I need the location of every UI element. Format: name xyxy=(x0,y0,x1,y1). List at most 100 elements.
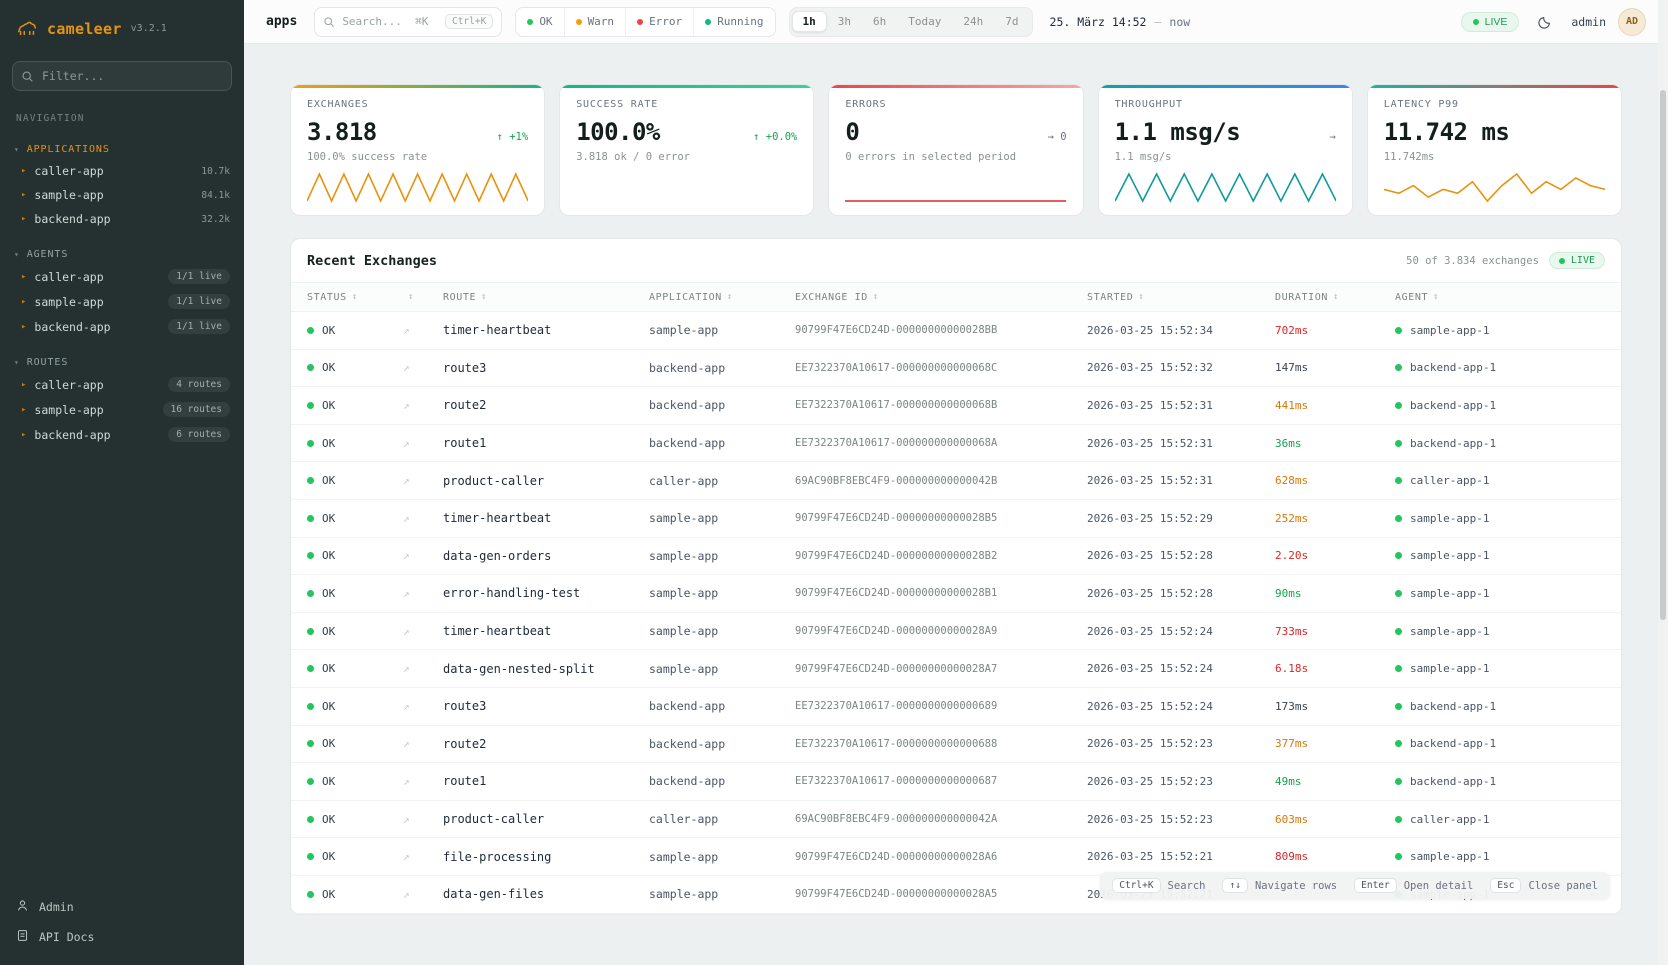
sidebar-item-agent[interactable]: ▸ caller-app 1/1 live xyxy=(0,264,244,289)
avatar[interactable]: AD xyxy=(1618,8,1646,36)
panel-title: Recent Exchanges xyxy=(307,253,437,269)
time-range-button[interactable]: 7d xyxy=(994,11,1029,32)
sidebar-item-route[interactable]: ▸ sample-app 16 routes xyxy=(0,397,244,422)
keyboard-hints-bar: Ctrl+K Search ↑↓ Navigate rows Enter Ope… xyxy=(1100,872,1610,899)
open-detail-icon[interactable]: ↗ xyxy=(403,587,443,600)
table-row[interactable]: OK ↗ product-caller caller-app 69AC90BF8… xyxy=(291,462,1621,500)
open-detail-icon[interactable]: ↗ xyxy=(403,888,443,901)
status-cell: OK xyxy=(307,587,403,600)
scrollbar-track[interactable] xyxy=(1658,0,1668,965)
hint-label: Close panel xyxy=(1528,880,1598,892)
column-header[interactable]: EXCHANGE ID ↕ xyxy=(795,292,1087,303)
column-header[interactable]: ↕ xyxy=(403,292,443,302)
table-row[interactable]: OK ↗ error-handling-test sample-app 9079… xyxy=(291,575,1621,613)
table-row[interactable]: OK ↗ route3 backend-app EE7322370A10617-… xyxy=(291,688,1621,726)
scrollbar-thumb[interactable] xyxy=(1660,90,1666,620)
search-input[interactable] xyxy=(342,15,438,28)
column-header[interactable]: ROUTE ↕ xyxy=(443,292,649,303)
table-row[interactable]: OK ↗ timer-heartbeat sample-app 90799F47… xyxy=(291,500,1621,538)
section-header-applications[interactable]: ▾ APPLICATIONS xyxy=(0,140,244,159)
sidebar-item-route[interactable]: ▸ caller-app 4 routes xyxy=(0,372,244,397)
open-detail-icon[interactable]: ↗ xyxy=(403,775,443,788)
status-label: OK xyxy=(322,549,335,562)
open-detail-icon[interactable]: ↗ xyxy=(403,737,443,750)
sidebar-item-admin[interactable]: Admin xyxy=(16,899,228,915)
status-label: OK xyxy=(322,587,335,600)
status-filter-chip[interactable]: Running xyxy=(694,8,774,36)
route-cell: product-caller xyxy=(443,474,649,488)
open-detail-icon[interactable]: ↗ xyxy=(403,549,443,562)
sidebar-item-route[interactable]: ▸ backend-app 6 routes xyxy=(0,422,244,447)
agent-dot-icon xyxy=(1395,703,1402,710)
column-header[interactable]: APPLICATION ↕ xyxy=(649,292,795,303)
section-header-routes[interactable]: ▾ ROUTES xyxy=(0,353,244,372)
app-logo: cameleer v3.2.1 xyxy=(0,0,244,49)
open-detail-icon[interactable]: ↗ xyxy=(403,813,443,826)
agent-label: sample-app-1 xyxy=(1410,512,1489,525)
started-cell: 2026-03-25 15:52:31 xyxy=(1087,474,1275,487)
sidebar-item-api-docs[interactable]: API Docs xyxy=(16,929,228,945)
time-range-button[interactable]: 6h xyxy=(862,11,897,32)
table-row[interactable]: OK ↗ route2 backend-app EE7322370A10617-… xyxy=(291,387,1621,425)
route-cell: timer-heartbeat xyxy=(443,323,649,337)
table-row[interactable]: OK ↗ route2 backend-app EE7322370A10617-… xyxy=(291,726,1621,764)
column-header[interactable]: AGENT ↕ xyxy=(1395,292,1605,303)
sidebar-item-label: backend-app xyxy=(34,212,193,226)
column-header[interactable]: DURATION ↕ xyxy=(1275,292,1395,303)
column-header[interactable]: STATUS ↕ xyxy=(307,292,403,303)
date-range[interactable]: 25. März 14:52 — now xyxy=(1050,15,1191,29)
sidebar-item-application[interactable]: ▸ backend-app 32.2k xyxy=(0,207,244,231)
live-toggle[interactable]: LIVE xyxy=(1461,12,1520,32)
sidebar-item-agent[interactable]: ▸ sample-app 1/1 live xyxy=(0,289,244,314)
sidebar-filter xyxy=(12,61,232,91)
time-range-button[interactable]: 1h xyxy=(792,11,827,32)
dark-mode-toggle[interactable] xyxy=(1531,8,1559,36)
sidebar-item-application[interactable]: ▸ sample-app 84.1k xyxy=(0,183,244,207)
table-row[interactable]: OK ↗ timer-heartbeat sample-app 90799F47… xyxy=(291,312,1621,350)
table-live-badge[interactable]: LIVE xyxy=(1549,252,1605,269)
open-detail-icon[interactable]: ↗ xyxy=(403,361,443,374)
live-dot-icon xyxy=(1559,258,1565,264)
agent-label: sample-app-1 xyxy=(1410,549,1489,562)
table-row[interactable]: OK ↗ data-gen-orders sample-app 90799F47… xyxy=(291,538,1621,576)
status-filter-chip[interactable]: Error xyxy=(626,8,694,36)
application-cell: backend-app xyxy=(649,361,795,375)
table-row[interactable]: OK ↗ route3 backend-app EE7322370A10617-… xyxy=(291,350,1621,388)
time-range-button[interactable]: 24h xyxy=(952,11,994,32)
sidebar-section-routes: ▾ ROUTES ▸ caller-app 4 routes ▸ sample-… xyxy=(0,353,244,447)
table-row[interactable]: OK ↗ route1 backend-app EE7322370A10617-… xyxy=(291,425,1621,463)
status-filter-chip[interactable]: OK xyxy=(516,8,564,36)
open-detail-icon[interactable]: ↗ xyxy=(403,324,443,337)
started-cell: 2026-03-25 15:52:23 xyxy=(1087,775,1275,788)
open-detail-icon[interactable]: ↗ xyxy=(403,662,443,675)
time-range-button[interactable]: 3h xyxy=(827,11,862,32)
open-detail-icon[interactable]: ↗ xyxy=(403,625,443,638)
open-detail-icon[interactable]: ↗ xyxy=(403,399,443,412)
section-header-agents[interactable]: ▾ AGENTS xyxy=(0,245,244,264)
sidebar-filter-input[interactable] xyxy=(12,61,232,91)
table-row[interactable]: OK ↗ route1 backend-app EE7322370A10617-… xyxy=(291,763,1621,801)
sidebar-item-label: caller-app xyxy=(34,270,160,284)
time-range-button[interactable]: Today xyxy=(897,11,952,32)
open-detail-icon[interactable]: ↗ xyxy=(403,474,443,487)
started-cell: 2026-03-25 15:52:23 xyxy=(1087,737,1275,750)
sidebar-item-badge: 32.2k xyxy=(201,214,230,225)
status-label: OK xyxy=(322,775,335,788)
open-detail-icon[interactable]: ↗ xyxy=(403,437,443,450)
table-row[interactable]: OK ↗ data-gen-nested-split sample-app 90… xyxy=(291,650,1621,688)
table-row[interactable]: OK ↗ timer-heartbeat sample-app 90799F47… xyxy=(291,613,1621,651)
open-detail-icon[interactable]: ↗ xyxy=(403,850,443,863)
sidebar-item-application[interactable]: ▸ caller-app 10.7k xyxy=(0,159,244,183)
table-row[interactable]: OK ↗ file-processing sample-app 90799F47… xyxy=(291,838,1621,876)
duration-cell: 147ms xyxy=(1275,361,1395,374)
open-detail-icon[interactable]: ↗ xyxy=(403,700,443,713)
chevron-down-icon: ▾ xyxy=(14,358,20,367)
open-detail-icon[interactable]: ↗ xyxy=(403,512,443,525)
column-header[interactable]: STARTED ↕ xyxy=(1087,292,1275,303)
sort-icon: ↕ xyxy=(727,292,733,302)
status-filter-chip[interactable]: Warn xyxy=(565,8,627,36)
sidebar-item-agent[interactable]: ▸ backend-app 1/1 live xyxy=(0,314,244,339)
sidebar-item-badge: 84.1k xyxy=(201,190,230,201)
table-row[interactable]: OK ↗ product-caller caller-app 69AC90BF8… xyxy=(291,801,1621,839)
started-cell: 2026-03-25 15:52:23 xyxy=(1087,813,1275,826)
